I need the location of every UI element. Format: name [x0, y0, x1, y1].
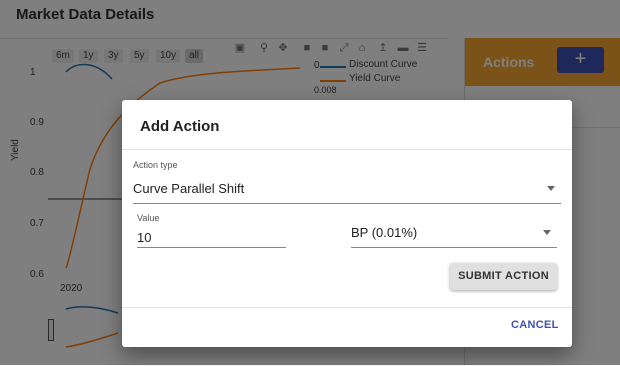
add-action-dialog: Add Action Action type Curve Parallel Sh…	[122, 100, 572, 347]
value-input[interactable]: 10	[137, 230, 151, 245]
cancel-button[interactable]: CANCEL	[511, 319, 559, 331]
dialog-title: Add Action	[140, 118, 220, 135]
action-type-select[interactable]: Curve Parallel Shift	[133, 181, 244, 196]
submit-action-button[interactable]: SUBMIT ACTION	[450, 263, 557, 290]
unit-select[interactable]: BP (0.01%)	[351, 225, 417, 240]
action-type-underline	[133, 203, 561, 204]
value-label: Value	[137, 213, 160, 223]
value-underline	[137, 247, 286, 248]
dialog-footer-divider	[122, 307, 572, 308]
action-type-chevron-down-icon[interactable]	[547, 186, 555, 191]
unit-chevron-down-icon[interactable]	[543, 230, 551, 235]
dialog-header-divider	[122, 149, 572, 150]
unit-underline	[351, 247, 557, 248]
action-type-label: Action type	[133, 160, 178, 170]
